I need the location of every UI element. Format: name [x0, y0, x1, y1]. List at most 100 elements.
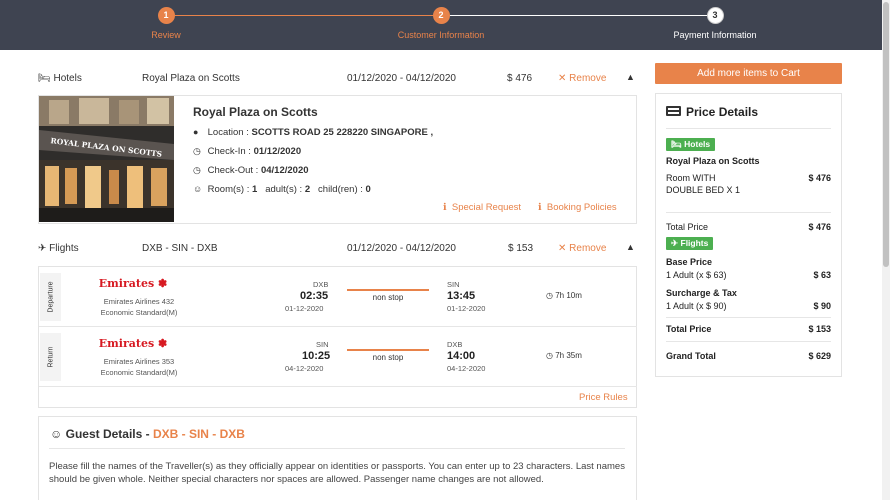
- airline-flight-number: Emirates Airlines 432: [103, 297, 175, 306]
- flights-label-text: Flights: [49, 243, 79, 254]
- price-details-title: Price Details: [686, 105, 759, 119]
- flights-card: Departure Emirates ✽ Emirates Airlines 4…: [38, 266, 637, 408]
- departure-date: 01-12-2020: [285, 304, 324, 313]
- airline-info: Emirates Airlines 353 Economic Standard(…: [84, 356, 194, 378]
- divider: [666, 212, 831, 213]
- grand-total-row: Grand Total $ 629: [666, 351, 831, 361]
- cart-hotel-name: Royal Plaza on Scotts: [666, 156, 760, 166]
- hotels-section-label: 🛏 Hotels: [38, 73, 82, 84]
- step-payment-information[interactable]: 3 Payment Information: [655, 7, 775, 40]
- base-price-row: 1 Adult (x $ 63) $ 63: [666, 270, 831, 280]
- close-icon: ✕: [558, 243, 567, 254]
- special-request-link[interactable]: ℹ Special Request: [443, 202, 521, 213]
- emirates-emblem-icon: ✽: [158, 277, 168, 290]
- room-line-2: DOUBLE BED X 1: [666, 185, 741, 195]
- surcharge-label: Surcharge & Tax: [666, 288, 737, 298]
- add-more-items-button[interactable]: Add more items to Cart: [655, 63, 842, 84]
- credit-card-icon: [666, 106, 681, 116]
- divider: [49, 448, 625, 449]
- divider: [39, 386, 637, 387]
- adults-value: 2: [304, 184, 311, 195]
- remove-hotel-button[interactable]: ✕ Remove: [558, 73, 606, 84]
- hotel-dates-summary: 01/12/2020 - 04/12/2020: [347, 73, 456, 84]
- step-review[interactable]: 1 Review: [106, 7, 226, 40]
- clock-icon: ◷: [546, 291, 553, 300]
- departure-city: DXB: [313, 280, 329, 289]
- arrival-time: 14:00: [447, 350, 476, 362]
- base-price-value: $ 63: [813, 270, 831, 280]
- remove-label: Remove: [569, 73, 607, 84]
- bed-icon: 🛏: [38, 73, 51, 84]
- flight-duration: ◷ 7h 35m: [546, 351, 582, 360]
- checkin-label: Check-In :: [207, 146, 254, 157]
- base-price-line: 1 Adult (x $ 63): [666, 270, 727, 280]
- step-customer-information[interactable]: 2 Customer Information: [381, 7, 501, 40]
- special-request-label: Special Request: [451, 202, 522, 213]
- children-label: child(ren) :: [318, 184, 366, 195]
- surcharge-line: 1 Adult (x $ 90): [666, 301, 727, 311]
- hotel-checkout: ◷ Check-Out : 04/12/2020: [193, 165, 309, 176]
- flight-leg-tag: Return: [40, 333, 61, 381]
- map-pin-icon: ●: [193, 127, 199, 137]
- hotel-checkin: ◷ Check-In : 01/12/2020: [193, 146, 301, 157]
- airline-cabin-class: Economic Standard(M): [100, 308, 178, 317]
- departure-city: SIN: [316, 340, 329, 349]
- collapse-hotels-chevron-up-icon[interactable]: ▲: [626, 72, 635, 82]
- flight-leg-return: Return Emirates ✽ Emirates Airlines 353 …: [39, 327, 637, 387]
- arrival-city: SIN: [447, 280, 460, 289]
- step-label: Customer Information: [397, 30, 485, 40]
- flight-price-summary: $ 153: [508, 243, 534, 254]
- flight-leg-tag: Departure: [40, 273, 61, 321]
- close-icon: ✕: [558, 73, 567, 84]
- bed-icon: 🛏: [671, 139, 682, 149]
- page-scrollbar[interactable]: [882, 0, 890, 500]
- price-rules-link[interactable]: Price Rules: [579, 392, 628, 403]
- grand-total-label: Grand Total: [666, 351, 716, 361]
- departure-date: 04-12-2020: [285, 364, 324, 373]
- guest-route-text: DXB - SIN - DXB: [152, 427, 245, 441]
- checkout-stepper: 1 Review 2 Customer Information 3 Paymen…: [0, 0, 882, 50]
- stop-info: non stop: [372, 353, 404, 362]
- children-value: 0: [365, 184, 371, 195]
- booking-policies-link[interactable]: ℹ Booking Policies: [538, 202, 617, 213]
- price-details-panel: Price Details 🛏 Hotels Royal Plaza on Sc…: [655, 93, 842, 377]
- hotels-label-text: Hotels: [53, 73, 82, 84]
- emirates-logo: Emirates ✽: [98, 337, 168, 350]
- flight-route-line: [347, 289, 429, 291]
- flight-total-label: Total Price: [666, 324, 712, 334]
- user-icon: ☺: [193, 184, 203, 194]
- hotel-name-summary: Royal Plaza on Scotts: [142, 73, 240, 84]
- room-price: $ 476: [808, 173, 831, 183]
- airline-cabin-class: Economic Standard(M): [100, 368, 178, 377]
- step-number: 2: [432, 7, 450, 24]
- clock-icon: ◷: [193, 146, 201, 156]
- guest-instructions: Please fill the names of the Traveller(s…: [49, 461, 625, 485]
- location-value: SCOTTS ROAD 25 228220 SINGAPORE ,: [251, 127, 434, 138]
- remove-label: Remove: [569, 243, 607, 254]
- divider: [666, 317, 831, 318]
- step-number: 3: [706, 7, 724, 24]
- scrollbar-thumb[interactable]: [883, 2, 889, 267]
- collapse-flights-chevron-up-icon[interactable]: ▲: [626, 242, 635, 252]
- adults-label: adult(s) :: [265, 184, 305, 195]
- emirates-emblem-icon: ✽: [158, 337, 168, 350]
- flight-total-value: $ 153: [808, 324, 831, 334]
- flight-duration: ◷ 7h 10m: [546, 291, 582, 300]
- location-label: Location :: [207, 127, 252, 138]
- step-label: Payment Information: [673, 30, 757, 40]
- departure-time: 02:35: [300, 290, 329, 302]
- info-icon: ℹ: [443, 202, 452, 213]
- stop-info: non stop: [372, 293, 404, 302]
- flights-section-header: ✈ Flights DXB - SIN - DXB 01/12/2020 - 0…: [38, 238, 638, 260]
- hotel-total-row: Total Price $ 476: [666, 222, 831, 232]
- base-price-label: Base Price: [666, 257, 713, 267]
- checkout-label: Check-Out :: [207, 165, 261, 176]
- hotels-badge: 🛏 Hotels: [666, 138, 716, 151]
- departure-time: 10:25: [302, 350, 331, 362]
- hotel-image: ROYAL PLAZA ON SCOTTS: [39, 96, 174, 222]
- step-label: Review: [151, 30, 181, 40]
- remove-flights-button[interactable]: ✕ Remove: [558, 243, 606, 254]
- arrival-date: 01-12-2020: [447, 304, 486, 313]
- flight-total-row: Total Price $ 153: [666, 324, 831, 334]
- hotel-card: ROYAL PLAZA ON SCOTTS Royal Plaza on Sco…: [38, 95, 637, 224]
